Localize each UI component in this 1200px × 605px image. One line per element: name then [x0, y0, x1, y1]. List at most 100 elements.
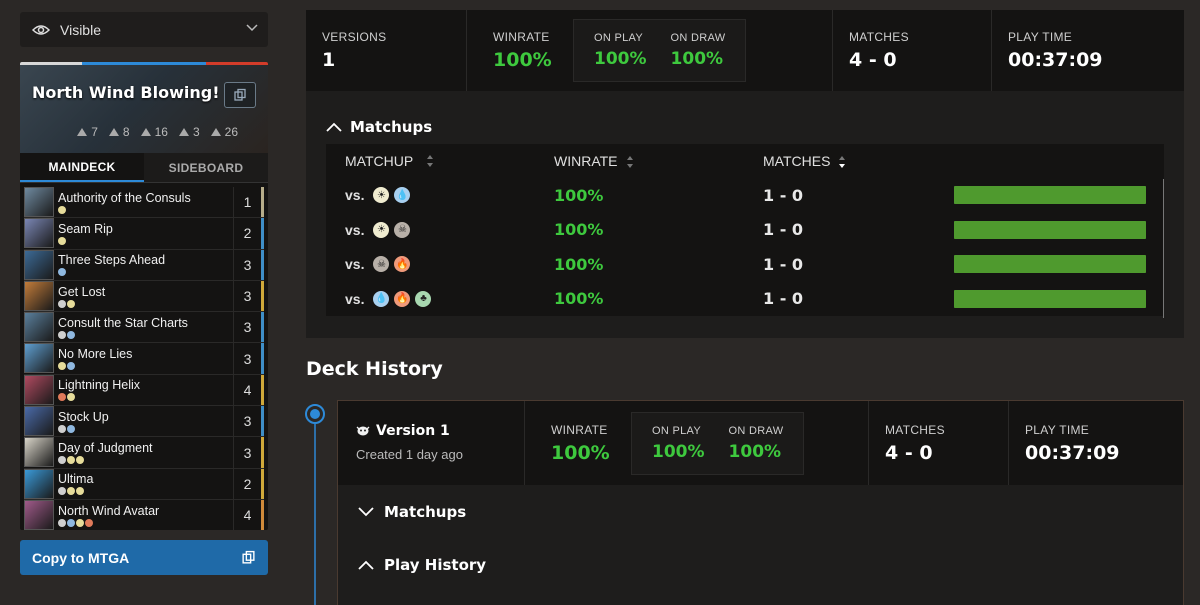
visibility-value: Visible [60, 21, 101, 38]
eye-icon [32, 24, 50, 35]
card-color-edge [261, 499, 264, 530]
col-winrate[interactable]: WINRATE [535, 153, 744, 169]
card-color-edge [261, 343, 264, 374]
mana-pip [58, 205, 66, 214]
chevron-down-icon [246, 24, 258, 32]
matchup-winrate: 100% [554, 289, 604, 309]
winrate-bar [954, 186, 1146, 205]
card-row[interactable]: Three Steps Ahead 3 [24, 249, 264, 281]
matchup-record: 1 - 0 [763, 220, 804, 240]
mana-pip [58, 456, 66, 465]
card-row[interactable]: Get Lost 3 [24, 280, 264, 313]
card-row[interactable]: Stock Up 3 [24, 406, 264, 438]
mana-pip [58, 330, 66, 339]
mana-symbol-icon: 🔥 [394, 290, 411, 307]
card-art [24, 437, 54, 468]
card-color-edge [261, 406, 264, 437]
card-color-edge [261, 187, 264, 218]
stat-play-time: PLAY TIME 00:37:09 [1008, 30, 1103, 71]
card-name: No More Lies [58, 347, 133, 362]
copy-to-mtga-button[interactable]: Copy to MTGA [20, 540, 268, 575]
timeline-dot [305, 404, 325, 424]
card-quantity: 3 [233, 437, 261, 468]
vs-label: vs. [345, 256, 365, 273]
card-quantity: 3 [233, 343, 261, 374]
visibility-select[interactable]: Visible [20, 12, 268, 47]
winrate-bar-track [954, 289, 1146, 308]
card-quantity: 2 [233, 468, 261, 499]
card-row[interactable]: Lightning Helix 4 [24, 374, 264, 407]
winrate-split-box: ON PLAY 100% ON DRAW 100% [573, 19, 747, 82]
mana-symbol-icon: 💧 [394, 187, 411, 204]
winrate-bar [954, 220, 1146, 239]
winrate-bar-track [954, 186, 1146, 205]
card-quantity: 1 [233, 187, 261, 218]
winrate-bar [954, 255, 1146, 274]
card-cost [58, 487, 233, 496]
tab-sideboard[interactable]: SIDEBOARD [144, 153, 268, 182]
card-cost [58, 268, 233, 277]
version-created: Created 1 day ago [356, 447, 463, 462]
matchup-row[interactable]: vs. ☠ 🔥 100% 1 - 0 [326, 247, 1164, 282]
matchups-table: MATCHUP WINRATE MATCHES vs. ☀ 💧 100% 1 - 0… [326, 144, 1164, 316]
sorcery-icon [178, 127, 190, 137]
card-color-edge [261, 374, 264, 406]
card-color-edge [261, 468, 264, 499]
matchup-row[interactable]: vs. ☀ ☠ 100% 1 - 0 [326, 213, 1164, 248]
matchup-record: 1 - 0 [763, 289, 804, 309]
card-cost [58, 236, 233, 245]
card-color-edge [261, 218, 264, 249]
card-cost [58, 330, 233, 339]
matchup-row[interactable]: vs. ☀ 💧 100% 1 - 0 [326, 178, 1164, 213]
type-count-artifact: 8 [108, 125, 130, 139]
version-winrate-split-box: ON PLAY 100% ON DRAW 100% [631, 411, 805, 475]
card-art [24, 312, 54, 343]
version-matchups-toggle[interactable]: Matchups [338, 485, 1183, 538]
table-scrollbar[interactable] [1163, 179, 1164, 318]
card-row[interactable]: No More Lies 3 [24, 343, 264, 375]
matchups-table-header: MATCHUP WINRATE MATCHES [326, 144, 1164, 178]
card-row[interactable]: Day of Judgment 3 [24, 437, 264, 469]
matchup-winrate: 100% [554, 254, 604, 274]
card-name: Ultima [58, 472, 94, 487]
mana-pip [76, 487, 84, 496]
mana-pip [58, 362, 66, 371]
card-row[interactable]: Authority of the Consuls 1 [24, 187, 264, 219]
type-count-instant: 16 [140, 125, 168, 139]
matchup-row[interactable]: vs. 💧 🔥 ♣ 100% 1 - 0 [326, 282, 1164, 317]
matchup-record: 1 - 0 [763, 254, 804, 274]
sort-icon [427, 155, 434, 167]
type-count-land: 26 [210, 125, 238, 139]
card-art [24, 280, 54, 311]
copy-deck-mini-button[interactable] [224, 82, 256, 108]
card-quantity: 3 [233, 280, 261, 312]
sort-icon [626, 156, 633, 169]
card-art [24, 468, 54, 499]
card-cost [58, 456, 233, 465]
card-name: Consult the Star Charts [58, 315, 188, 330]
card-list: Authority of the Consuls 1 Seam Rip 2 Th… [20, 183, 268, 530]
card-quantity: 4 [233, 374, 261, 406]
mana-pip [67, 456, 75, 465]
card-row[interactable]: Ultima 2 [24, 468, 264, 500]
mana-symbol-icon: 💧 [373, 290, 390, 307]
card-quantity: 3 [233, 312, 261, 343]
card-row[interactable]: Consult the Star Charts 3 [24, 312, 264, 344]
mana-pip [76, 518, 84, 527]
card-color-edge [261, 437, 264, 468]
matchups-title: Matchups [350, 118, 433, 136]
card-quantity: 3 [233, 249, 261, 280]
col-matches[interactable]: MATCHES [744, 153, 934, 169]
card-row[interactable]: North Wind Avatar 4 [24, 499, 264, 530]
mana-pip [67, 299, 75, 308]
matchup-winrate: 100% [554, 185, 604, 205]
col-matchup[interactable]: MATCHUP [326, 153, 535, 169]
card-quantity: 4 [233, 499, 261, 530]
mana-pip [58, 424, 66, 433]
copy-icon [234, 88, 246, 101]
tab-maindeck[interactable]: MAINDECK [20, 153, 144, 182]
card-cost [58, 299, 233, 308]
card-row[interactable]: Seam Rip 2 [24, 218, 264, 250]
play-history-toggle[interactable]: Play History [338, 538, 1183, 591]
card-color-edge [261, 312, 264, 343]
